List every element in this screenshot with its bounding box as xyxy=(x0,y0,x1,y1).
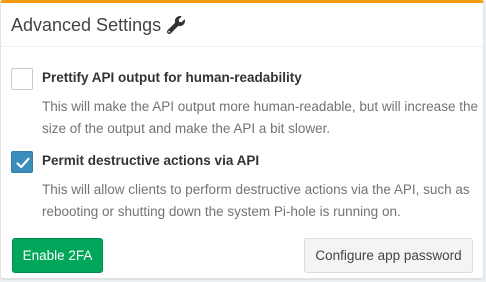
destructive-actions-label[interactable]: Permit destructive actions via API xyxy=(42,153,259,168)
destructive-actions-checkbox[interactable] xyxy=(11,151,33,173)
panel-title: Advanced Settings xyxy=(11,14,162,35)
enable-2fa-button[interactable]: Enable 2FA xyxy=(12,238,103,273)
prettify-api-checkbox[interactable] xyxy=(11,68,33,90)
prettify-api-help: This will make the API output more human… xyxy=(42,99,478,136)
configure-app-password-button[interactable]: Configure app password xyxy=(304,238,473,273)
checkmark-icon xyxy=(16,157,30,169)
panel-header: Advanced Settings xyxy=(1,3,483,47)
destructive-actions-help: This will allow clients to perform destr… xyxy=(42,182,470,219)
prettify-api-label[interactable]: Prettify API output for human-readabilit… xyxy=(42,70,302,85)
advanced-settings-panel: Advanced Settings Prettify API output fo… xyxy=(0,0,484,279)
wrench-icon xyxy=(167,15,186,34)
